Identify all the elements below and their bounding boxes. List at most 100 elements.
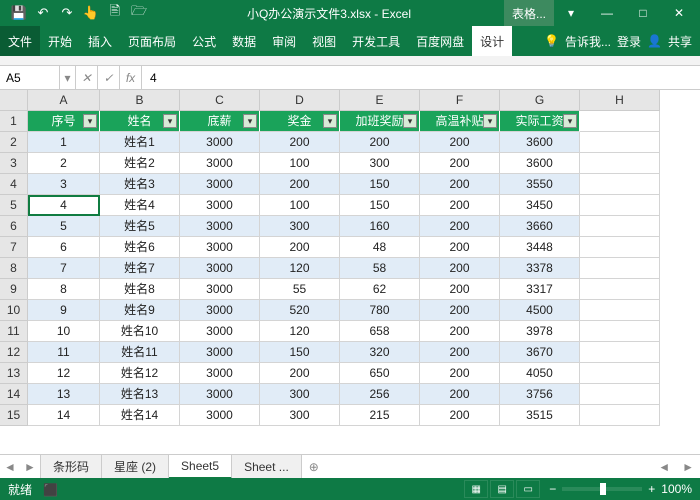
cell-r2-c6[interactable]: 3600 xyxy=(500,153,580,174)
sheet-tab-0[interactable]: 条形码 xyxy=(41,455,102,479)
table-header-4[interactable]: 加班奖励▾ xyxy=(340,111,420,132)
tab-1[interactable]: 插入 xyxy=(80,26,120,56)
cell-r4-c2[interactable]: 3000 xyxy=(180,195,260,216)
zoom-slider[interactable] xyxy=(562,487,642,491)
cell-empty[interactable] xyxy=(580,279,660,300)
add-sheet-icon[interactable]: ⊕ xyxy=(302,460,326,474)
cell-r1-c4[interactable]: 200 xyxy=(340,132,420,153)
col-header-E[interactable]: E xyxy=(340,90,420,111)
cell-r2-c4[interactable]: 300 xyxy=(340,153,420,174)
share-button[interactable]: 共享 xyxy=(668,33,692,50)
touch-icon[interactable]: 👆 xyxy=(82,4,100,22)
cell-empty[interactable] xyxy=(580,153,660,174)
cell-r8-c0[interactable]: 8 xyxy=(28,279,100,300)
cell-r7-c5[interactable]: 200 xyxy=(420,258,500,279)
cell-empty[interactable] xyxy=(580,111,660,132)
cell-r6-c6[interactable]: 3448 xyxy=(500,237,580,258)
fx-icon[interactable]: fx xyxy=(120,66,142,90)
cell-r8-c2[interactable]: 3000 xyxy=(180,279,260,300)
col-header-H[interactable]: H xyxy=(580,90,660,111)
cell-empty[interactable] xyxy=(580,405,660,426)
filter-icon[interactable]: ▾ xyxy=(243,114,257,128)
cell-r10-c3[interactable]: 120 xyxy=(260,321,340,342)
view-normal-icon[interactable]: ▦ xyxy=(464,480,488,498)
cell-empty[interactable] xyxy=(580,384,660,405)
ribbon-options-icon[interactable]: ▾ xyxy=(554,2,588,24)
cell-r6-c0[interactable]: 6 xyxy=(28,237,100,258)
cell-r2-c2[interactable]: 3000 xyxy=(180,153,260,174)
cell-r10-c0[interactable]: 10 xyxy=(28,321,100,342)
sheet-tab-1[interactable]: 星座 (2) xyxy=(102,455,169,479)
cell-r6-c1[interactable]: 姓名6 xyxy=(100,237,180,258)
cell-r6-c2[interactable]: 3000 xyxy=(180,237,260,258)
tell-me[interactable]: 告诉我... xyxy=(565,33,611,50)
row-header-9[interactable]: 9 xyxy=(0,279,28,300)
cell-r3-c2[interactable]: 3000 xyxy=(180,174,260,195)
row-header-12[interactable]: 12 xyxy=(0,342,28,363)
cell-r14-c2[interactable]: 3000 xyxy=(180,405,260,426)
table-header-1[interactable]: 姓名▾ xyxy=(100,111,180,132)
cell-empty[interactable] xyxy=(580,300,660,321)
tab-2[interactable]: 页面布局 xyxy=(120,26,184,56)
cell-empty[interactable] xyxy=(580,237,660,258)
cell-r9-c0[interactable]: 9 xyxy=(28,300,100,321)
row-header-13[interactable]: 13 xyxy=(0,363,28,384)
cell-r9-c4[interactable]: 780 xyxy=(340,300,420,321)
context-tab-table[interactable]: 表格... xyxy=(504,0,554,28)
cell-r12-c3[interactable]: 200 xyxy=(260,363,340,384)
table-header-5[interactable]: 高温补贴▾ xyxy=(420,111,500,132)
cell-r7-c0[interactable]: 7 xyxy=(28,258,100,279)
cell-r11-c3[interactable]: 150 xyxy=(260,342,340,363)
cell-r13-c0[interactable]: 13 xyxy=(28,384,100,405)
table-header-2[interactable]: 底薪▾ xyxy=(180,111,260,132)
open-icon[interactable]: 🗁 xyxy=(130,4,148,22)
cell-empty[interactable] xyxy=(580,174,660,195)
new-icon[interactable]: 🖹 xyxy=(106,4,124,22)
cell-r3-c1[interactable]: 姓名3 xyxy=(100,174,180,195)
maximize-icon[interactable]: □ xyxy=(626,2,660,24)
cell-empty[interactable] xyxy=(580,132,660,153)
cell-r8-c3[interactable]: 55 xyxy=(260,279,340,300)
macro-record-icon[interactable]: ⬛ xyxy=(43,483,58,497)
cell-r10-c1[interactable]: 姓名10 xyxy=(100,321,180,342)
cell-r7-c4[interactable]: 58 xyxy=(340,258,420,279)
cell-r7-c1[interactable]: 姓名7 xyxy=(100,258,180,279)
cell-r10-c6[interactable]: 3978 xyxy=(500,321,580,342)
zoom-out-icon[interactable]: − xyxy=(549,482,556,496)
cell-r11-c2[interactable]: 3000 xyxy=(180,342,260,363)
cell-r13-c3[interactable]: 300 xyxy=(260,384,340,405)
cell-r11-c4[interactable]: 320 xyxy=(340,342,420,363)
cell-r11-c0[interactable]: 11 xyxy=(28,342,100,363)
row-header-15[interactable]: 15 xyxy=(0,405,28,426)
cell-r3-c3[interactable]: 200 xyxy=(260,174,340,195)
cell-r3-c0[interactable]: 3 xyxy=(28,174,100,195)
cell-empty[interactable] xyxy=(580,258,660,279)
cell-r4-c6[interactable]: 3450 xyxy=(500,195,580,216)
tab-design[interactable]: 设计 xyxy=(472,26,512,56)
cell-r14-c3[interactable]: 300 xyxy=(260,405,340,426)
cell-r11-c6[interactable]: 3670 xyxy=(500,342,580,363)
filter-icon[interactable]: ▾ xyxy=(323,114,337,128)
sheet-tab-3[interactable]: Sheet ... xyxy=(232,455,302,479)
sheet-tab-2[interactable]: Sheet5 xyxy=(169,455,232,479)
cell-r2-c5[interactable]: 200 xyxy=(420,153,500,174)
filter-icon[interactable]: ▾ xyxy=(563,114,577,128)
cell-r5-c5[interactable]: 200 xyxy=(420,216,500,237)
minimize-icon[interactable]: — xyxy=(590,2,624,24)
tab-4[interactable]: 数据 xyxy=(224,26,264,56)
table-header-0[interactable]: 序号▾ xyxy=(28,111,100,132)
cell-r1-c5[interactable]: 200 xyxy=(420,132,500,153)
cell-r5-c4[interactable]: 160 xyxy=(340,216,420,237)
accept-formula-icon[interactable]: ✓ xyxy=(98,66,120,90)
cell-empty[interactable] xyxy=(580,216,660,237)
cell-r7-c3[interactable]: 120 xyxy=(260,258,340,279)
cell-r9-c1[interactable]: 姓名9 xyxy=(100,300,180,321)
cell-r5-c6[interactable]: 3660 xyxy=(500,216,580,237)
cell-r8-c1[interactable]: 姓名8 xyxy=(100,279,180,300)
row-header-3[interactable]: 3 xyxy=(0,153,28,174)
row-header-4[interactable]: 4 xyxy=(0,174,28,195)
cell-r4-c4[interactable]: 150 xyxy=(340,195,420,216)
select-all-corner[interactable] xyxy=(0,90,28,111)
filter-icon[interactable]: ▾ xyxy=(83,114,97,128)
close-icon[interactable]: ✕ xyxy=(662,2,696,24)
